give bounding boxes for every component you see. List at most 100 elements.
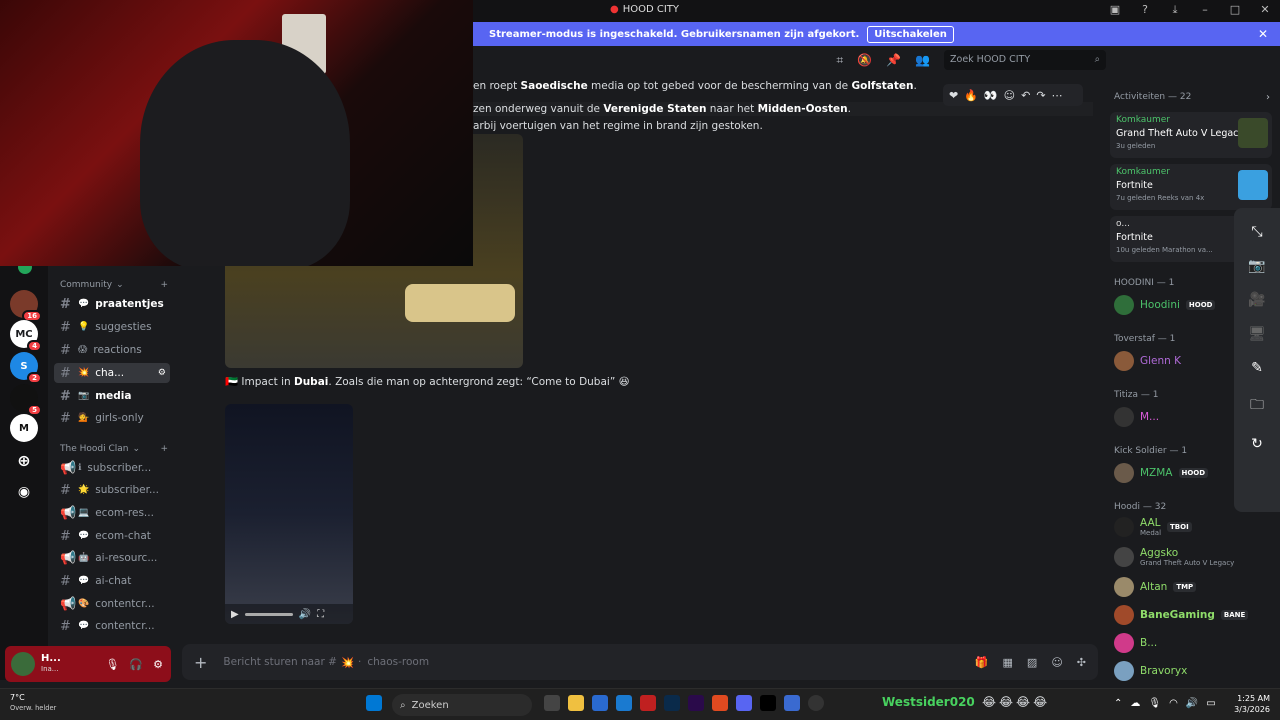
channel-item[interactable]: 📢 🤖 ai-resourc... [54, 548, 170, 568]
member-item[interactable]: Bravoryx [1114, 660, 1274, 682]
channel-item[interactable]: # 💬 ecom-chat [54, 526, 170, 546]
inbox-icon[interactable]: ▣ [1108, 3, 1122, 17]
nordvpn-icon[interactable] [784, 695, 800, 711]
mic-icon[interactable]: 🎙 [1148, 698, 1161, 709]
channel-item[interactable]: 📢 ℹ subscriber... [54, 458, 170, 478]
channel-item[interactable]: # 💁 girls-only [54, 408, 170, 428]
seek-bar[interactable] [244, 612, 293, 616]
message-composer[interactable]: + Bericht sturen naar # 💥 · chaos-room 🎁 ▦ … [182, 644, 1098, 680]
channel-item[interactable]: # 💬 ai-chat [54, 571, 170, 591]
server-icon[interactable]: MC 4 [10, 320, 42, 352]
start-icon[interactable] [366, 695, 382, 711]
screen-icon[interactable]: 🖥 [1248, 326, 1266, 342]
disable-streamer-mode-button[interactable]: Uitschakelen [867, 25, 954, 43]
close-banner-icon[interactable]: ✕ [1258, 27, 1268, 41]
channel-item[interactable]: # 🌟 subscriber... [54, 480, 170, 500]
add-channel-icon[interactable]: + [160, 444, 168, 454]
channel-item[interactable]: # 💡 suggesties [54, 317, 170, 337]
member-item[interactable]: Altan TMP [1114, 576, 1274, 598]
volume-icon[interactable]: 🔊 [299, 609, 311, 620]
mute-icon[interactable]: 🔕 [857, 53, 872, 67]
microphone-icon[interactable]: 🎙 [105, 658, 119, 671]
pen-icon[interactable]: ✎ [1251, 360, 1263, 376]
server-icon[interactable]: 5 [10, 384, 42, 416]
store-icon[interactable] [592, 695, 608, 711]
add-server-icon[interactable]: ⊕ [10, 446, 38, 474]
collapse-icon[interactable]: ⤡ [1251, 224, 1262, 240]
photoshop-icon[interactable] [664, 695, 680, 711]
outlook-icon[interactable] [616, 695, 632, 711]
avatar[interactable] [11, 652, 35, 676]
gift-icon[interactable]: 🎁 [975, 656, 989, 669]
settings-icon[interactable]: ⚙ [158, 368, 166, 378]
chevron-up-icon[interactable]: ⌃ [1114, 698, 1122, 709]
channel-item[interactable]: 📢 🎨 contentcr... [54, 594, 170, 614]
channel-item[interactable]: # 📷 media [54, 386, 170, 406]
cloud-icon[interactable]: ☁ [1130, 698, 1140, 709]
camera-icon[interactable]: 📷 [1248, 258, 1265, 274]
capcut-icon[interactable] [760, 695, 776, 711]
server-icon[interactable]: 16 [10, 290, 42, 322]
clock[interactable]: 1:25 AM 3/3/2026 [1234, 693, 1270, 715]
folder-icon[interactable]: 🗀 [1250, 394, 1264, 418]
more-icon[interactable]: ⋯ [1052, 89, 1063, 102]
forward-icon[interactable]: ↷ [1036, 89, 1045, 102]
emoji-icon[interactable]: ☺ [1051, 656, 1062, 669]
brave-icon[interactable] [712, 695, 728, 711]
channel-item[interactable]: 📢 💻 ecom-res... [54, 503, 170, 523]
explorer-icon[interactable] [568, 695, 584, 711]
user-name[interactable]: H... Ina... [41, 653, 61, 675]
channel-item[interactable]: # 💬 contentcr... [54, 616, 170, 636]
activity-card[interactable]: Komkaumer Grand Theft Auto V Legacy 3u gel… [1110, 112, 1272, 158]
member-item[interactable]: B... [1114, 632, 1274, 654]
speaker-icon[interactable]: 🔊 [1186, 698, 1198, 709]
download-icon[interactable]: ⤓ [1168, 3, 1182, 17]
apps-icon[interactable]: ✣ [1077, 656, 1086, 669]
member-item[interactable]: Aggsko Grand Theft Auto V Legacy [1114, 546, 1274, 568]
member-item[interactable]: AAL Medal TBOI [1114, 516, 1274, 538]
video-record-icon[interactable]: 🎥 [1248, 292, 1265, 308]
maximize-button[interactable]: □ [1228, 3, 1242, 17]
channel-item[interactable]: # 💬 praatentjes [54, 294, 170, 314]
member-item[interactable]: BaneGaming BANE [1114, 604, 1274, 626]
fullscreen-icon[interactable]: ⛶ [317, 609, 324, 620]
acrobat-icon[interactable] [640, 695, 656, 711]
members-icon[interactable]: 👥 [915, 53, 930, 67]
explore-icon[interactable]: ◉ [10, 478, 38, 506]
channel-item[interactable]: # 😱 reactions [54, 340, 170, 360]
add-reaction-icon[interactable]: ☺ [1004, 89, 1015, 102]
premiere-icon[interactable] [688, 695, 704, 711]
category-community[interactable]: Community ⌄ + [60, 280, 168, 290]
obs-icon[interactable] [808, 695, 824, 711]
threads-icon[interactable]: ⌗ [836, 53, 843, 68]
video-attachment[interactable]: ▶ 🔊 ⛶ [225, 404, 353, 624]
add-channel-icon[interactable]: + [160, 280, 168, 290]
sticker-icon[interactable]: ▨ [1027, 656, 1037, 669]
chevron-right-icon[interactable]: › [1266, 92, 1270, 103]
add-attachment-icon[interactable]: + [194, 653, 207, 672]
pin-icon[interactable]: 📌 [886, 53, 901, 67]
server-icon[interactable]: M [10, 414, 38, 442]
eyes-reaction-icon[interactable]: 👀 [984, 89, 998, 102]
fire-reaction-icon[interactable]: 🔥 [964, 89, 978, 102]
search-input[interactable]: Zoek HOOD CITY ⌕ [944, 50, 1106, 70]
reply-icon[interactable]: ↶ [1021, 89, 1030, 102]
battery-icon[interactable]: ▭ [1206, 698, 1215, 709]
replay-icon[interactable]: ↻ [1251, 436, 1263, 452]
help-icon[interactable]: ? [1138, 3, 1152, 17]
server-icon[interactable]: S2 [10, 352, 42, 384]
wifi-icon[interactable]: ◠ [1169, 698, 1178, 709]
weather-widget[interactable]: 7°C Overw. helder [10, 693, 56, 713]
channel-item-active[interactable]: # 💥 cha... ⚙ [54, 363, 170, 383]
taskview-icon[interactable] [544, 695, 560, 711]
play-icon[interactable]: ▶ [231, 609, 239, 620]
taskbar-search[interactable]: ⌕ Zoeken [392, 694, 532, 716]
discord-icon[interactable] [736, 695, 752, 711]
minimize-button[interactable]: – [1198, 3, 1212, 17]
gif-icon[interactable]: ▦ [1003, 656, 1013, 669]
heart-reaction-icon[interactable]: ❤ [949, 89, 958, 102]
close-button[interactable]: ✕ [1258, 3, 1272, 17]
headphones-icon[interactable]: 🎧 [129, 658, 143, 671]
category-hoodi-clan[interactable]: The Hoodi Clan ⌄ + [60, 444, 168, 454]
gear-icon[interactable]: ⚙ [153, 658, 163, 671]
